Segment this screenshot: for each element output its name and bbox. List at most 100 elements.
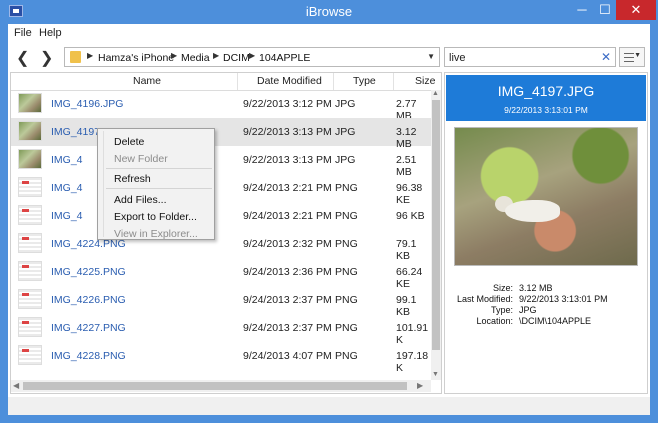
table-row[interactable]: IMG_4196.JPG 9/22/2013 3:12 PM JPG 2.77 … xyxy=(11,90,431,122)
thumbnail xyxy=(18,289,42,309)
thumbnail xyxy=(18,317,42,337)
thumbnail xyxy=(18,261,42,281)
column-name[interactable]: Name xyxy=(133,75,161,87)
scroll-up-icon[interactable]: ▲ xyxy=(432,90,439,97)
search-box: ✕ xyxy=(444,47,616,67)
vertical-scrollbar[interactable]: ▲ ▼ xyxy=(431,90,441,380)
file-date: 9/24/2013 2:37 PM xyxy=(243,322,332,334)
file-type: JPG xyxy=(335,126,356,138)
menu-separator xyxy=(106,168,212,169)
scroll-thumb[interactable] xyxy=(432,100,440,350)
column-size[interactable]: Size xyxy=(415,75,435,87)
breadcrumb-device[interactable]: Hamza's iPhone xyxy=(98,52,174,64)
preview-header: IMG_4197.JPG 9/22/2013 3:13:01 PM xyxy=(446,75,646,121)
breadcrumb-folder[interactable]: 104APPLE xyxy=(259,52,310,64)
chevron-right-icon: ▶ xyxy=(249,51,256,60)
file-type: PNG xyxy=(335,210,358,222)
menu-item-delete[interactable]: Delete xyxy=(114,136,144,148)
scroll-thumb[interactable] xyxy=(23,382,407,390)
table-row[interactable]: IMG_4 9/24/2013 2:21 PM PNG 96 KB xyxy=(11,202,431,230)
table-row[interactable]: IMG_4 9/22/2013 3:13 PM JPG 2.51 MB xyxy=(11,146,431,178)
preview-date: 9/22/2013 3:13:01 PM xyxy=(504,105,588,115)
file-date: 9/24/2013 4:07 PM xyxy=(243,350,332,362)
view-options-button[interactable]: ▼ xyxy=(619,47,645,67)
file-date: 9/22/2013 3:13 PM xyxy=(243,154,332,166)
scroll-right-icon[interactable]: ▶ xyxy=(417,381,423,390)
window-title: iBrowse xyxy=(305,4,353,19)
horizontal-scrollbar[interactable]: ◀ ▶ xyxy=(11,380,431,392)
file-type: PNG xyxy=(335,266,358,278)
column-divider xyxy=(393,73,394,90)
chevron-right-icon: ▶ xyxy=(87,51,94,60)
thumbnail xyxy=(18,177,42,197)
meta-label: Last Modified: xyxy=(456,294,513,304)
meta-label: Size: xyxy=(492,283,513,293)
view-options-icon xyxy=(624,53,634,62)
file-name: IMG_4 xyxy=(51,154,83,166)
menu-item-add-files[interactable]: Add Files... xyxy=(114,194,167,206)
breadcrumb-media[interactable]: Media xyxy=(181,52,210,64)
menu-item-refresh[interactable]: Refresh xyxy=(114,173,151,185)
file-type: PNG xyxy=(335,322,358,334)
breadcrumb-dcim[interactable]: DCIM xyxy=(223,52,250,64)
forward-icon[interactable]: ❯ xyxy=(40,48,53,68)
search-input[interactable] xyxy=(447,49,601,67)
table-row-selected[interactable]: IMG_4197.JPG 9/22/2013 3:13 PM JPG 3.12 … xyxy=(11,118,431,150)
dropdown-icon[interactable]: ▼ xyxy=(427,52,435,61)
table-row[interactable]: IMG_4227.PNG 9/24/2013 2:37 PM PNG 101.9… xyxy=(11,314,431,346)
client-area: File Help ❮ ❯ ▶ Hamza's iPhone ▶ Media ▶… xyxy=(8,24,650,415)
file-name: IMG_4225.PNG xyxy=(51,266,126,278)
menu-bar: File Help xyxy=(8,24,650,42)
meta-value: 9/22/2013 3:13:01 PM xyxy=(519,294,608,304)
column-divider xyxy=(237,73,238,90)
menu-item-new-folder: New Folder xyxy=(114,153,168,165)
preview-panel: IMG_4197.JPG 9/22/2013 3:13:01 PM Size: … xyxy=(444,72,648,394)
file-name: IMG_4228.PNG xyxy=(51,350,126,362)
table-row[interactable]: IMG_4224.PNG 9/24/2013 2:32 PM PNG 79.1 … xyxy=(11,230,431,262)
preview-title: IMG_4197.JPG xyxy=(497,83,595,99)
file-name: IMG_4 xyxy=(51,182,83,194)
thumbnail xyxy=(18,233,42,253)
menu-file[interactable]: File xyxy=(14,27,32,39)
status-bar xyxy=(8,397,650,415)
title-bar: iBrowse ─ ☐ ✕ xyxy=(0,0,658,24)
thumbnail xyxy=(18,93,42,113)
column-date-modified[interactable]: Date Modified xyxy=(257,75,322,87)
menu-separator xyxy=(106,188,212,189)
table-row[interactable]: IMG_4226.PNG 9/24/2013 2:37 PM PNG 99.1 … xyxy=(11,286,431,318)
toolbar: ❮ ❯ ▶ Hamza's iPhone ▶ Media ▶ DCIM ▶ 10… xyxy=(8,42,650,72)
maximize-button[interactable]: ☐ xyxy=(594,0,616,20)
menu-help[interactable]: Help xyxy=(39,27,62,39)
cat-body xyxy=(505,200,560,222)
back-icon[interactable]: ❮ xyxy=(16,48,29,68)
file-date: 9/22/2013 3:13 PM xyxy=(243,126,332,138)
table-row[interactable]: IMG_4225.PNG 9/24/2013 2:36 PM PNG 66.24… xyxy=(11,258,431,290)
column-divider xyxy=(333,73,334,90)
file-name: IMG_4196.JPG xyxy=(51,98,124,110)
close-button[interactable]: ✕ xyxy=(616,0,656,20)
menu-gutter xyxy=(103,131,104,237)
file-size: 197.18 K xyxy=(396,350,429,374)
table-row[interactable]: IMG_4228.PNG 9/24/2013 4:07 PM PNG 197.1… xyxy=(11,342,431,374)
file-type: PNG xyxy=(335,294,358,306)
menu-item-export[interactable]: Export to Folder... xyxy=(114,211,197,223)
file-name: IMG_4 xyxy=(51,210,83,222)
breadcrumb[interactable]: ▶ Hamza's iPhone ▶ Media ▶ DCIM ▶ 104APP… xyxy=(64,47,440,67)
meta-value: 3.12 MB xyxy=(519,283,553,293)
meta-value: JPG xyxy=(519,305,537,315)
thumbnail xyxy=(18,149,42,169)
clear-icon[interactable]: ✕ xyxy=(601,50,611,64)
table-row[interactable]: IMG_4 9/24/2013 2:21 PM PNG 96.38 KE xyxy=(11,174,431,206)
thumbnail xyxy=(18,205,42,225)
file-name: IMG_4227.PNG xyxy=(51,322,126,334)
minimize-button[interactable]: ─ xyxy=(570,0,594,20)
meta-value: \DCIM\104APPLE xyxy=(519,316,592,326)
scroll-down-icon[interactable]: ▼ xyxy=(432,371,439,378)
column-type[interactable]: Type xyxy=(353,75,376,87)
context-menu: Delete New Folder Refresh Add Files... E… xyxy=(97,128,215,240)
file-type: PNG xyxy=(335,182,358,194)
file-name: IMG_4226.PNG xyxy=(51,294,126,306)
file-date: 9/24/2013 2:32 PM xyxy=(243,238,332,250)
meta-label: Type: xyxy=(490,305,513,315)
scroll-left-icon[interactable]: ◀ xyxy=(13,381,19,390)
